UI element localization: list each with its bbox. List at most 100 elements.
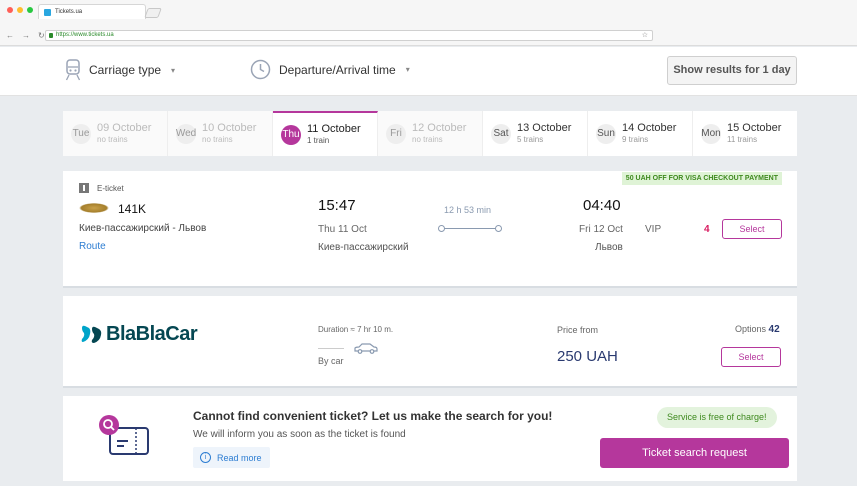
show-results-button[interactable]: Show results for 1 day (667, 56, 797, 85)
train-count: no trains (202, 134, 233, 144)
back-arrow-icon[interactable]: ← (6, 31, 14, 40)
train-count: no trains (412, 134, 443, 144)
date-tab-11-october[interactable]: Thu 11 October 1 train (273, 111, 378, 156)
blablacar-wordmark: BlaBlaCar (106, 323, 198, 345)
train-count: 11 trains (727, 134, 758, 144)
window-controls (7, 7, 33, 13)
railway-logo-icon (79, 203, 109, 213)
weekday-badge: Tue (71, 123, 91, 144)
train-select-button[interactable]: Select (722, 219, 782, 239)
date-tab-09-october[interactable]: Tue 09 October no trains (63, 111, 168, 156)
departure-time: 15:47 (318, 197, 356, 214)
url-text: https://www.tickets.ua (56, 32, 114, 38)
info-icon: i (200, 452, 211, 463)
ride-price: 250 UAH (557, 348, 618, 365)
arrival-station: Львов (595, 242, 623, 253)
date-tab-13-october[interactable]: Sat 13 October 5 trains (483, 111, 588, 156)
eticket-label: E-ticket (97, 183, 124, 193)
trip-duration: 12 h 53 min (444, 205, 492, 215)
date-tabs: Tue 09 October no trains Wed 10 October no… (63, 111, 797, 156)
forward-arrow-icon[interactable]: → (22, 31, 30, 40)
ticket-search-request-button[interactable]: Ticket search request (600, 438, 789, 468)
weekday-badge: Sat (491, 123, 511, 144)
weekday-badge: Sun (596, 123, 616, 144)
free-service-badge: Service is free of charge! (657, 407, 777, 428)
date-label: 13 October (517, 121, 572, 134)
weekday-badge: Fri (386, 123, 406, 144)
wagon-class: VIP (645, 224, 662, 235)
chevron-down-icon: ▾ (171, 65, 176, 75)
read-more-label: Read more (217, 452, 262, 463)
browser-tab[interactable]: Tickets.ua (38, 4, 146, 19)
promo-badge: 50 UAH OFF FOR VISA CHECKOUT PAYMENT (621, 172, 782, 185)
departure-station: Киев-пассажирский (318, 242, 409, 253)
carriage-type-filter[interactable]: Carriage type ▾ (65, 59, 175, 81)
carriage-type-label: Carriage type (89, 63, 162, 77)
blablacar-select-button[interactable]: Select (721, 347, 781, 367)
travel-mode: By car (318, 356, 344, 366)
options-count: 42 (768, 324, 780, 335)
arrival-date: Fri 12 Oct (579, 224, 623, 235)
blablacar-logo-icon (81, 325, 102, 343)
chevron-down-icon: ▾ (405, 65, 410, 74)
nav-buttons: ← → ↻ (6, 31, 45, 40)
search-request-subtitle: We will inform you as soon as the ticket… (193, 429, 406, 440)
weekday-badge: Wed (176, 123, 196, 144)
address-bar[interactable]: https://www.tickets.ua ☆ (45, 30, 653, 41)
date-tab-14-october[interactable]: Sun 14 October 9 trains (588, 111, 693, 156)
date-label: 10 October (202, 121, 257, 134)
divider-line (318, 348, 344, 349)
bookmark-star-icon[interactable]: ☆ (642, 31, 648, 39)
ride-duration: Duration ≈ 7 hr 10 m. (318, 325, 394, 334)
train-icon (65, 59, 81, 81)
duration-line (438, 225, 502, 232)
departure-arrival-filter[interactable]: Departure/Arrival time ▾ (250, 59, 410, 80)
date-label: 15 October (727, 121, 782, 134)
weekday-badge: Mon (701, 123, 721, 144)
train-count: 1 train (307, 135, 330, 145)
date-tab-12-october[interactable]: Fri 12 October no trains (378, 111, 483, 156)
new-tab-button[interactable] (144, 8, 162, 18)
blablacar-logo[interactable]: BlaBlaCar (80, 323, 198, 346)
date-tab-15-october[interactable]: Mon 15 October 11 trains (693, 111, 797, 156)
route-link[interactable]: Route (79, 241, 106, 252)
weekday-badge: Thu (281, 124, 301, 145)
reload-icon[interactable]: ↻ (38, 31, 45, 40)
train-number: 141K (118, 202, 147, 216)
options-label: Options (735, 324, 767, 334)
date-label: 09 October (97, 121, 152, 134)
arrival-time: 04:40 (583, 197, 621, 214)
maximize-window-button[interactable] (27, 7, 33, 13)
clock-icon (250, 59, 271, 80)
options-indicator: Options 42 (735, 324, 780, 335)
end-dot-icon (495, 225, 502, 232)
tab-title: Tickets.ua (55, 9, 83, 15)
favicon-icon (44, 9, 51, 16)
search-request-card: Cannot find convenient ticket? Let us ma… (63, 396, 797, 481)
lock-icon (49, 33, 53, 38)
browser-chrome: Tickets.ua ← → ↻ https://www.tickets.ua … (0, 0, 857, 46)
date-tab-10-october[interactable]: Wed 10 October no trains (168, 111, 273, 156)
train-result-card: 50 UAH OFF FOR VISA CHECKOUT PAYMENT E-t… (63, 171, 797, 288)
train-count: 5 trains (517, 134, 544, 144)
departure-arrival-label: Departure/Arrival time (279, 62, 396, 77)
train-route: Киев-пассажирский - Львов (79, 223, 207, 234)
start-dot-icon (438, 225, 445, 232)
departure-date: Thu 11 Oct (318, 224, 367, 235)
search-request-title: Cannot find convenient ticket? Let us ma… (193, 409, 553, 423)
seats-count: 4 (704, 224, 710, 235)
price-from-label: Price from (557, 325, 599, 335)
date-label: 11 October (307, 122, 361, 135)
ticket-search-icon (99, 415, 149, 455)
filter-bar: Carriage type ▾ Departure/Arrival time ▾… (0, 47, 857, 96)
close-window-button[interactable] (7, 7, 13, 13)
date-label: 14 October (622, 121, 677, 134)
date-label: 12 October (412, 121, 467, 134)
qr-code-icon (79, 183, 89, 193)
minimize-window-button[interactable] (17, 7, 23, 13)
train-count: 9 trains (622, 134, 649, 144)
read-more-button[interactable]: i Read more (193, 447, 270, 468)
train-count: no trains (97, 134, 128, 144)
eticket-indicator: E-ticket (79, 183, 124, 193)
blablacar-card: BlaBlaCar Duration ≈ 7 hr 10 m. By car P… (63, 296, 797, 388)
